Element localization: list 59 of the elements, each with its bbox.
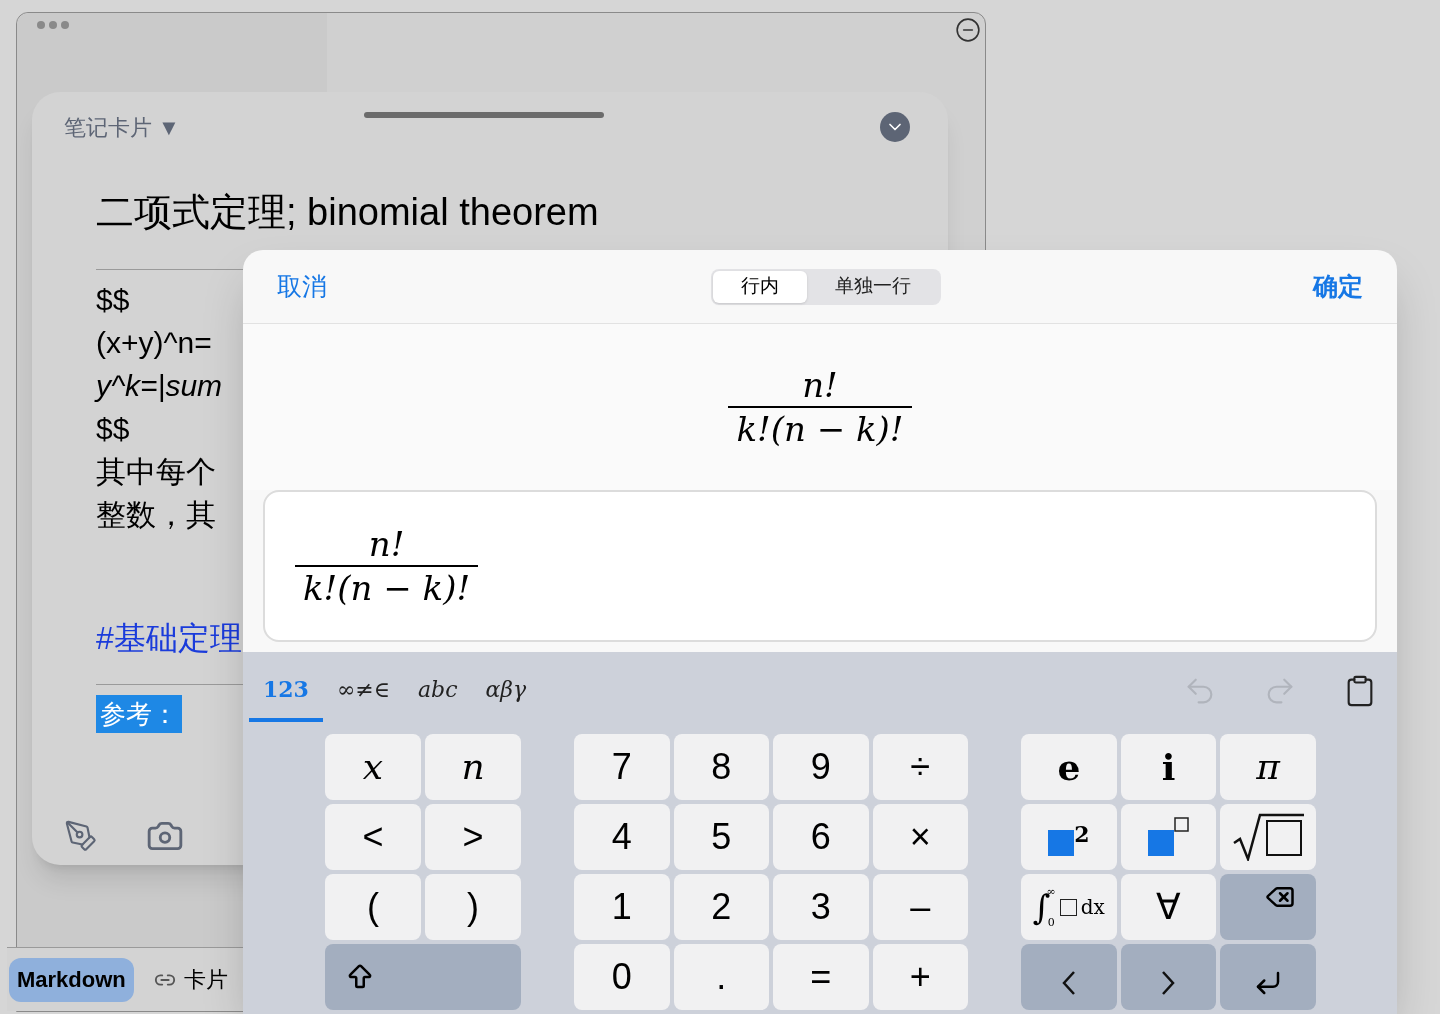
mode-segment[interactable]: 单独一行 (807, 270, 939, 303)
keyboard-key[interactable]: 7 (574, 734, 670, 800)
keyboard-key[interactable]: ÷ (872, 734, 968, 800)
card-text-line: 整数，其 (96, 497, 216, 533)
keyboard-key[interactable]: 8 (673, 734, 769, 800)
keyboard-key[interactable]: 1 (574, 874, 670, 940)
keyboard-key[interactable]: 4 (574, 804, 670, 870)
square-root-icon (1232, 813, 1305, 861)
keyboard-key[interactable]: π (1220, 734, 1316, 800)
card-type-menu[interactable]: 笔记卡片 ▼ (64, 110, 364, 144)
keyboard-key[interactable]: 0 (574, 944, 670, 1010)
keyboard-key[interactable]: n (425, 734, 521, 800)
keyboard-tab[interactable]: αβγ (471, 660, 541, 722)
cancel-button[interactable]: 取消 (277, 267, 677, 306)
formula-input-text: n! k!(n − k)! (295, 522, 479, 610)
keyboard-tab[interactable]: abc (404, 660, 472, 722)
bottom-bar-tab[interactable]: 卡片 (145, 957, 236, 1002)
drag-handle[interactable] (364, 112, 604, 118)
card-title: 二项式定理; binomial theorem (96, 190, 600, 235)
card-text-line: (x+y)^n= (96, 325, 212, 361)
keyboard-key[interactable]: × (872, 804, 968, 870)
keyboard-key[interactable]: + (872, 944, 968, 1010)
power-template-icon (1147, 817, 1190, 857)
keyboard-key[interactable]: 3 (773, 874, 869, 940)
card-text-line: $$ (96, 411, 130, 447)
keyboard-key[interactable]: = (773, 944, 869, 1010)
bottom-bar-tab[interactable]: Markdown (9, 957, 134, 1002)
keyboard-key[interactable]: 9 (773, 734, 869, 800)
keyboard-key[interactable]: – (872, 874, 968, 940)
keyboard-key[interactable]: 6 (773, 804, 869, 870)
formula-input-field[interactable]: n! k!(n − k)! (263, 490, 1377, 642)
collapse-icon[interactable] (955, 17, 981, 43)
keyboard-key[interactable]: < (325, 804, 421, 870)
keyboard-key[interactable]: 2 (1021, 804, 1117, 870)
keyboard-key[interactable]: e (1021, 734, 1117, 800)
keyboard-key[interactable]: i (1120, 734, 1217, 800)
keyboard-key[interactable]: > (425, 804, 521, 870)
keyboard-tab[interactable]: ∞≠∈ (322, 660, 404, 722)
keyboard-key[interactable]: 5 (673, 804, 769, 870)
keyboard-key[interactable]: x (325, 734, 421, 800)
filled-square-icon (1048, 830, 1075, 856)
keyboard-key[interactable]: ( (325, 874, 421, 940)
card-text-line: $$ (96, 282, 130, 318)
confirm-button[interactable]: 确定 (1313, 267, 1363, 306)
keyboard-key[interactable]: 2 (673, 874, 769, 940)
keyboard-key[interactable] (1220, 804, 1316, 870)
mode-segment[interactable]: 行内 (713, 270, 807, 303)
placeholder-square-icon (1059, 898, 1077, 916)
card-text-line: 其中每个 (96, 454, 216, 490)
formula-preview: n! k!(n − k)! (728, 363, 912, 451)
reference-label: 参考： (96, 695, 182, 733)
keyboard-key[interactable] (1220, 874, 1316, 940)
pen-icon[interactable] (64, 819, 98, 853)
keyboard-key[interactable]: ∀ (1120, 874, 1217, 940)
collapse-button[interactable] (880, 112, 910, 142)
keyboard-key[interactable]: . (673, 944, 769, 1010)
keyboard-key[interactable]: ∫∞ 0 dx (1021, 874, 1117, 940)
keyboard-key[interactable]: ) (425, 874, 521, 940)
card-text-line: y^k=|sum (96, 368, 223, 404)
